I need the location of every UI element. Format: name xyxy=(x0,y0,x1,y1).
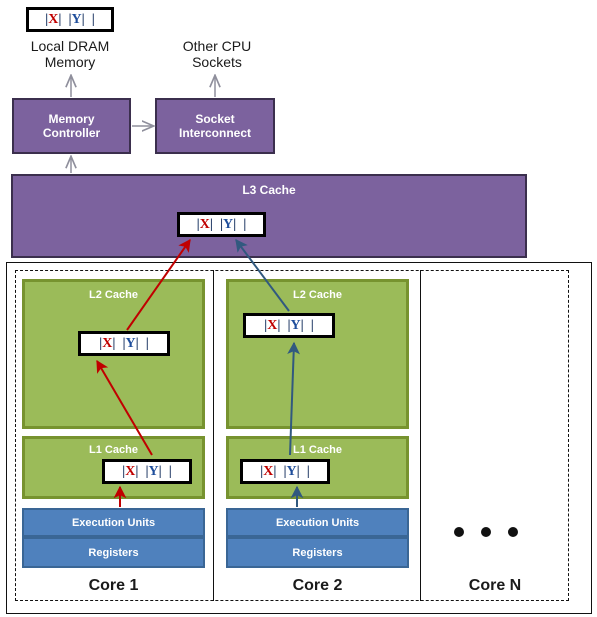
core-2-l2-memory-word: | X | | Y | | xyxy=(243,313,335,338)
memword-gap-1 xyxy=(304,319,311,333)
memword-gap-1 xyxy=(85,13,92,27)
core-1-execution-units-label: Execution Units xyxy=(71,516,156,529)
ellipsis-dot-2 xyxy=(481,527,491,537)
core-2-l2-cache-label: L2 Cache xyxy=(293,289,342,301)
memword-bar-4: | xyxy=(145,335,149,351)
memory-controller-line1: Memory xyxy=(48,112,95,126)
dram-memory-word: | X | | Y | | xyxy=(26,7,114,32)
core-1-l1-memory-word: | X | | Y | | xyxy=(102,459,192,484)
memword-x: X xyxy=(199,216,210,232)
l3-cache-box: L3 Cache xyxy=(11,174,527,258)
ellipsis-dot-3 xyxy=(508,527,518,537)
memory-controller-line2: Controller xyxy=(42,126,101,140)
memword-y: Y xyxy=(125,335,136,351)
socket-interconnect-box: Socket Interconnect xyxy=(155,98,275,154)
memword-gap-1 xyxy=(300,465,307,479)
other-cpu-sockets-line2: Sockets xyxy=(192,54,242,71)
core-2-l1-memory-word: | X | | Y | | xyxy=(240,459,330,484)
memword-x: X xyxy=(125,463,136,479)
memword-gap-1 xyxy=(236,218,243,232)
core-2-l1-cache-label: L1 Cache xyxy=(293,444,342,456)
memword-bar-4: | xyxy=(91,11,95,27)
memword-y: Y xyxy=(286,463,297,479)
core-1-label: Core 1 xyxy=(88,577,139,594)
memword-gap-1 xyxy=(139,337,146,351)
core-1-l2-cache-label: L2 Cache xyxy=(89,289,138,301)
local-dram-caption: Local DRAM Memory xyxy=(10,38,130,70)
ellipsis-dot-1 xyxy=(454,527,464,537)
core-1-registers-label: Registers xyxy=(88,546,139,559)
core-divider-2 xyxy=(420,270,421,601)
l3-cache-label: L3 Cache xyxy=(242,183,296,197)
core-2-execution-units: Execution Units xyxy=(226,508,409,537)
memword-y: Y xyxy=(71,11,82,27)
memword-x: X xyxy=(102,335,113,351)
memword-bar-4: | xyxy=(310,317,314,333)
core-2-execution-units-label: Execution Units xyxy=(275,516,360,529)
memword-gap-0 xyxy=(115,337,122,351)
memword-x: X xyxy=(267,317,278,333)
local-dram-caption-line1: Local DRAM xyxy=(30,38,110,54)
socket-interconnect-label: Socket Interconnect xyxy=(179,112,251,140)
other-cpu-sockets-caption: Other CPU Sockets xyxy=(158,38,276,70)
memword-y: Y xyxy=(223,216,234,232)
memword-gap-1 xyxy=(162,465,169,479)
memword-gap-0 xyxy=(61,13,68,27)
l3-memory-word: | X | | Y | | xyxy=(177,212,266,237)
memword-gap-0 xyxy=(276,465,283,479)
memory-controller-box: Memory Controller xyxy=(12,98,131,154)
local-dram-caption-line2: Memory xyxy=(44,54,96,71)
core-2-registers: Registers xyxy=(226,537,409,568)
core-divider-1 xyxy=(213,270,214,601)
socket-interconnect-line1: Socket xyxy=(195,112,235,126)
core-2-l2-cache: L2 Cache xyxy=(226,279,409,429)
memword-gap-0 xyxy=(138,465,145,479)
memword-gap-0 xyxy=(213,218,220,232)
memword-y: Y xyxy=(148,463,159,479)
memword-x: X xyxy=(48,11,59,27)
core-1-execution-units: Execution Units xyxy=(22,508,205,537)
memword-bar-4: | xyxy=(168,463,172,479)
memword-y: Y xyxy=(290,317,301,333)
memword-x: X xyxy=(263,463,274,479)
socket-interconnect-line2: Interconnect xyxy=(178,126,251,140)
core-n-ellipsis xyxy=(454,527,518,537)
memword-bar-4: | xyxy=(306,463,310,479)
memword-bar-4: | xyxy=(243,216,247,232)
core-2-registers-label: Registers xyxy=(292,546,343,559)
core-1-l1-cache-label: L1 Cache xyxy=(89,444,138,456)
diagram-canvas: | X | | Y | | Local DRAM Memory Other CPU So… xyxy=(0,0,597,617)
other-cpu-sockets-line1: Other CPU xyxy=(182,38,252,54)
core-1-registers: Registers xyxy=(22,537,205,568)
memory-controller-label: Memory Controller xyxy=(43,112,100,140)
core-2-label: Core 2 xyxy=(292,577,343,594)
core-1-l2-memory-word: | X | | Y | | xyxy=(78,331,170,356)
core-n-label: Core N xyxy=(468,577,522,594)
memword-gap-0 xyxy=(280,319,287,333)
